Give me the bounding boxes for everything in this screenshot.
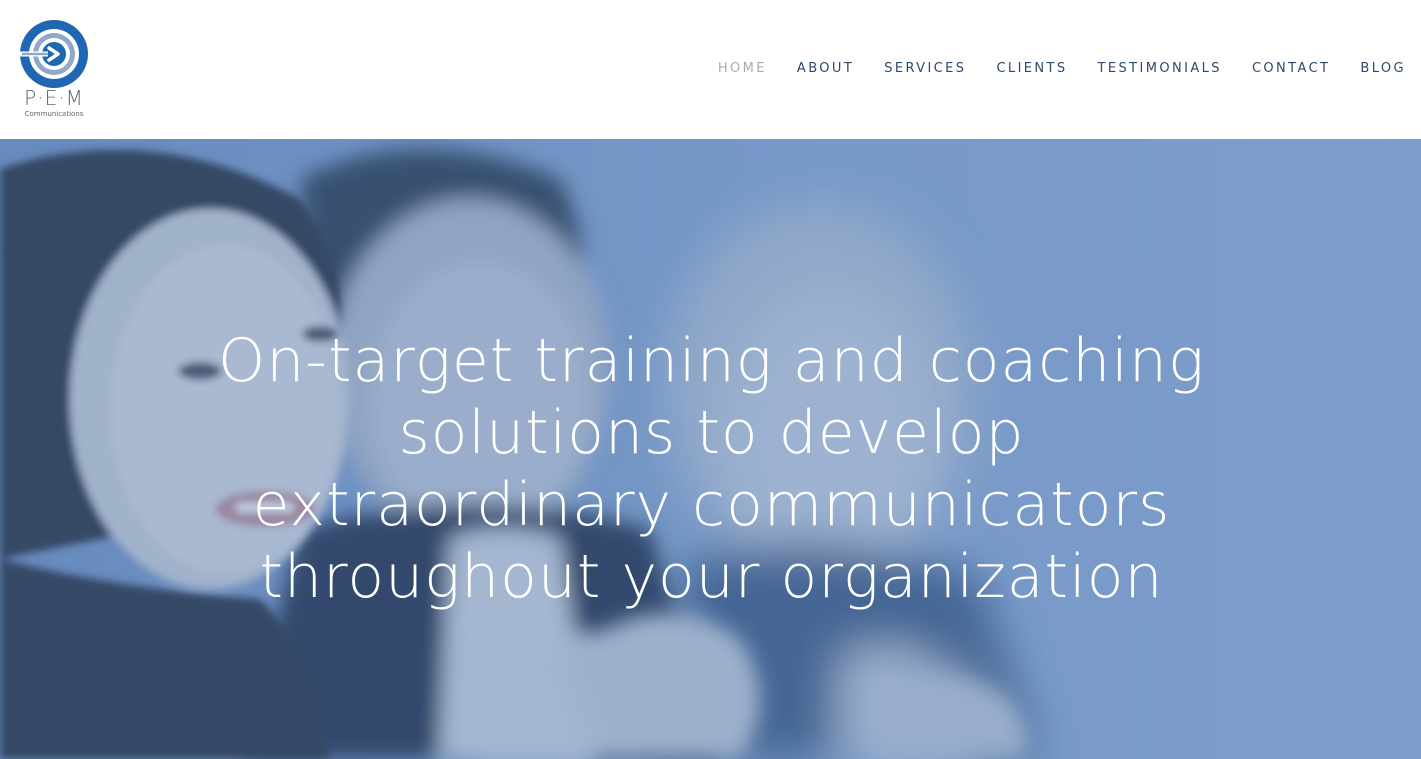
hero-banner: On-target training and coaching solution…: [0, 139, 1421, 759]
logo-letters: P·E·M: [24, 86, 84, 110]
page: P·E·M Communications HOME ABOUT SERVICES…: [0, 0, 1421, 759]
logo-subtitle: Communications: [24, 110, 84, 118]
site-header: P·E·M Communications HOME ABOUT SERVICES…: [0, 0, 1421, 139]
nav-clients[interactable]: CLIENTS: [996, 60, 1067, 78]
target-logo-icon: [18, 20, 88, 88]
nav-contact[interactable]: CONTACT: [1252, 60, 1330, 78]
nav-services[interactable]: SERVICES: [884, 60, 966, 78]
nav-about[interactable]: ABOUT: [797, 60, 854, 78]
main-nav: HOME ABOUT SERVICES CLIENTS TESTIMONIALS…: [688, 60, 1406, 78]
nav-home[interactable]: HOME: [718, 60, 767, 78]
pem-logo[interactable]: P·E·M Communications: [14, 14, 94, 122]
nav-blog[interactable]: BLOG: [1360, 60, 1406, 78]
nav-testimonials[interactable]: TESTIMONIALS: [1098, 60, 1222, 78]
hero-headline: On-target training and coaching solution…: [218, 326, 1205, 612]
